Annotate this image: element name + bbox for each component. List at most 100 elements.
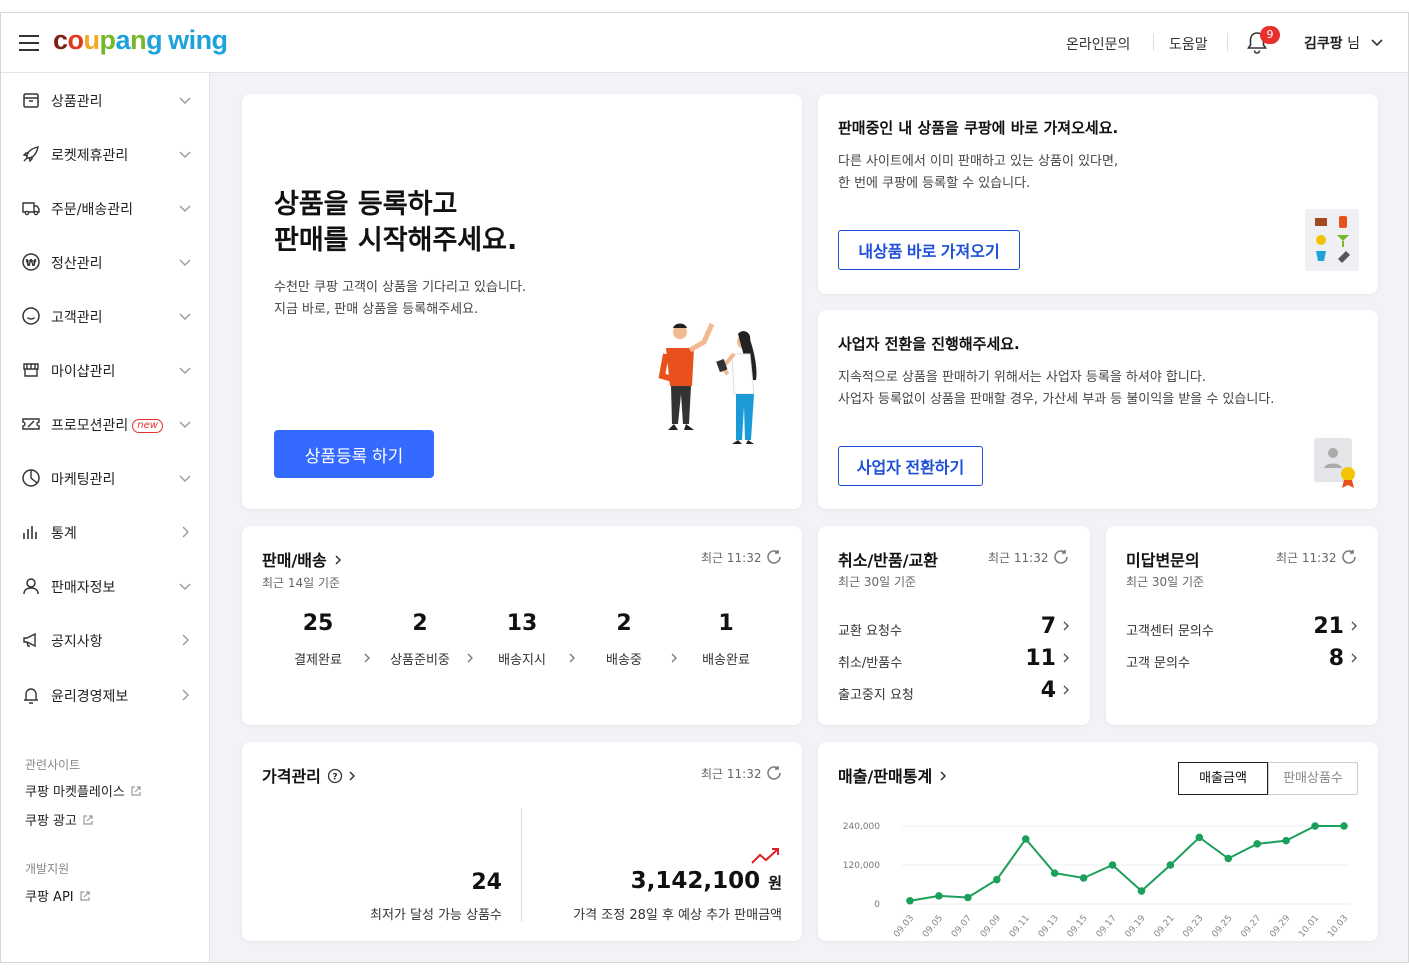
- user-suffix: 님: [1347, 36, 1360, 52]
- stat-delivered-value[interactable]: 1: [676, 611, 776, 636]
- user-menu[interactable]: 김쿠팡 님: [1304, 33, 1384, 53]
- sales-amount-tab[interactable]: 매출금액: [1178, 762, 1268, 795]
- data-point: [993, 875, 1001, 884]
- dev-support-title: 개발지원: [25, 862, 70, 876]
- chevron-down-icon: [1371, 39, 1384, 47]
- stat-preparing-value[interactable]: 2: [370, 611, 470, 636]
- stat-shipping-label: 배송중: [606, 653, 642, 668]
- sidebar-item-label: 상품관리: [51, 94, 103, 110]
- x-tick-label: 09.11: [1008, 914, 1032, 940]
- data-point: [1253, 840, 1261, 848]
- sidebar-item-marketing[interactable]: 마케팅관리: [1, 458, 209, 498]
- stats-title[interactable]: 매출/판매통계: [838, 763, 950, 787]
- sidebar-item-promotion[interactable]: 프로모션관리 new: [1, 404, 209, 444]
- sidebar-item-ethics[interactable]: 윤리경영제보: [1, 675, 209, 715]
- header-divider: [1227, 33, 1228, 51]
- sidebar-item-label: 정산관리: [51, 256, 103, 272]
- cs-inquiry-value[interactable]: 21: [1284, 614, 1344, 639]
- chevron-down-icon: [179, 421, 191, 428]
- refresh-icon[interactable]: [765, 764, 783, 782]
- business-conversion-button[interactable]: 사업자 전환하기: [838, 446, 983, 486]
- sales-title[interactable]: 판매/배송: [262, 547, 345, 571]
- sidebar-item-label: 공지사항: [51, 634, 103, 650]
- stat-shipping-value[interactable]: 2: [574, 611, 674, 636]
- smile-icon: [22, 307, 40, 325]
- expected-sales-label: 가격 조정 28일 후 예상 추가 판매금액: [573, 908, 782, 923]
- chevron-right-icon[interactable]: [1061, 619, 1071, 633]
- stat-instructed-value[interactable]: 13: [472, 611, 572, 636]
- sidebar-item-notice[interactable]: 공지사항: [1, 620, 209, 660]
- sidebar-item-myshop[interactable]: 마이샵관리: [1, 350, 209, 390]
- chevron-right-icon: [335, 555, 341, 565]
- help-link[interactable]: 도움말: [1169, 34, 1208, 54]
- price-title[interactable]: 가격관리?: [262, 763, 359, 787]
- related-sites-title: 관련사이트: [25, 758, 81, 772]
- stat-paid-label: 결제완료: [294, 653, 342, 668]
- data-point: [1137, 887, 1146, 895]
- certificate-illustration: [1314, 438, 1355, 488]
- chevron-right-icon[interactable]: [1349, 619, 1359, 633]
- stat-preparing-label: 상품준비중: [390, 653, 450, 668]
- chevron-down-icon: [179, 475, 191, 482]
- refresh-icon[interactable]: [1340, 548, 1358, 566]
- shop-icon: [23, 363, 39, 377]
- stop-shipment-value[interactable]: 4: [996, 678, 1056, 703]
- sidebar-item-label: 프로모션관리 new: [51, 415, 163, 435]
- x-tick-label: 09.07: [950, 914, 974, 940]
- data-point: [1108, 861, 1117, 869]
- chevron-down-icon: [179, 205, 191, 212]
- help-icon[interactable]: ?: [327, 768, 343, 784]
- y-tick-label: 0: [874, 900, 880, 910]
- data-point: [1311, 822, 1319, 830]
- refresh-icon[interactable]: [765, 548, 783, 566]
- inquiry-title[interactable]: 미답변문의: [1126, 547, 1200, 571]
- cancel-return-value[interactable]: 11: [996, 646, 1056, 671]
- data-point: [1079, 874, 1088, 882]
- menu-icon[interactable]: [19, 35, 39, 51]
- sidebar-item-seller-info[interactable]: 판매자정보: [1, 566, 209, 606]
- data-point: [1166, 861, 1175, 869]
- hero-card: 상품을 등록하고 판매를 시작해주세요. 수천만 쿠팡 고객이 상품을 기다리고…: [242, 94, 802, 509]
- sidebar-item-order[interactable]: 주문/배송관리: [1, 188, 209, 228]
- chevron-right-icon[interactable]: [1061, 651, 1071, 665]
- lowest-price-count[interactable]: 24: [402, 870, 502, 895]
- chevron-right-icon: [349, 771, 355, 781]
- sidebar-item-customer[interactable]: 고객관리: [1, 296, 209, 336]
- chevron-right-icon: [940, 771, 947, 781]
- price-updated: 최근 11:32: [701, 764, 783, 782]
- coupon-icon: [22, 418, 40, 430]
- x-tick-label: 09.05: [921, 914, 945, 940]
- chevron-right-icon[interactable]: [1061, 683, 1071, 697]
- sidebar-item-product[interactable]: 상품관리: [1, 80, 209, 120]
- register-product-button[interactable]: 상품등록 하기: [274, 430, 434, 478]
- cancel-title[interactable]: 취소/반품/교환: [838, 547, 938, 571]
- sidebar-item-statistics[interactable]: 통계: [1, 512, 209, 552]
- customer-inquiry-value[interactable]: 8: [1284, 646, 1344, 671]
- import-products-button[interactable]: 내상품 바로 가져오기: [838, 230, 1020, 270]
- sidebar-item-label: 주문/배송관리: [51, 202, 133, 218]
- sidebar-item-settlement[interactable]: ₩ 정산관리: [1, 242, 209, 282]
- lowest-price-label: 최저가 달성 가능 상품수: [370, 908, 502, 923]
- bell-report-icon: [24, 688, 38, 704]
- expected-sales[interactable]: 3,142,100 원: [542, 868, 782, 894]
- marketplace-link[interactable]: 쿠팡 마켓플레이스: [25, 781, 142, 800]
- refresh-icon[interactable]: [1052, 548, 1070, 566]
- chevron-down-icon: [179, 367, 191, 374]
- stat-paid-value[interactable]: 25: [268, 611, 368, 636]
- chevron-right-icon[interactable]: [1349, 651, 1359, 665]
- ads-link[interactable]: 쿠팡 광고: [25, 810, 94, 829]
- stop-shipment-label: 출고중지 요청: [838, 688, 914, 703]
- user-name: 김쿠팡: [1304, 36, 1343, 52]
- won-icon: ₩: [22, 253, 40, 271]
- coupang-wing-logo[interactable]: coupang wing: [53, 25, 228, 56]
- header-divider: [1153, 33, 1154, 51]
- online-inquiry-link[interactable]: 온라인문의: [1066, 34, 1130, 54]
- exchange-request-value[interactable]: 7: [996, 614, 1056, 639]
- api-link[interactable]: 쿠팡 API: [25, 886, 91, 905]
- sidebar-item-rocket[interactable]: 로켓제휴관리: [1, 134, 209, 174]
- customer-inquiry-label: 고객 문의수: [1126, 656, 1190, 671]
- sales-count-tab[interactable]: 판매상품수: [1268, 763, 1357, 794]
- cancel-return-card: 취소/반품/교환 최근 30일 기준 최근 11:32 교환 요청수 7 취소/…: [818, 526, 1090, 725]
- sidebar-item-label: 마이샵관리: [51, 364, 116, 380]
- chevron-right-icon: [182, 634, 189, 646]
